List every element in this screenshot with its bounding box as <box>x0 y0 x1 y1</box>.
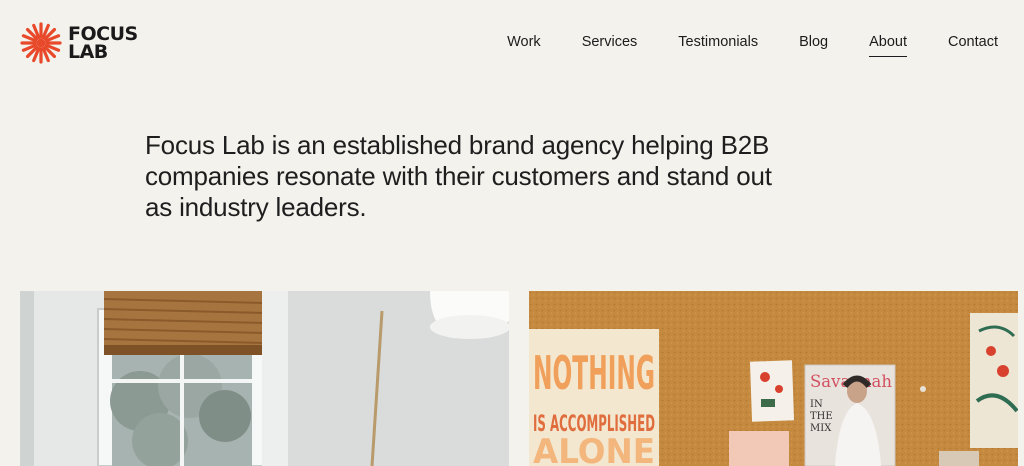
logo-line-2: LAB <box>68 41 108 63</box>
magazine-line-3: MIX <box>810 423 832 434</box>
nav-work[interactable]: Work <box>507 34 541 57</box>
sunburst-logo-icon <box>20 22 62 64</box>
focus-lab-logo[interactable]: FOCUS LAB <box>20 22 138 64</box>
poster-line-1: NOTHING <box>533 346 655 400</box>
magazine-line-2: THE <box>810 411 833 422</box>
magazine-line-1: IN <box>810 399 823 410</box>
intro-statement: Focus Lab is an established brand agency… <box>145 130 772 222</box>
nav-contact[interactable]: Contact <box>948 34 998 57</box>
main-nav: Work Services Testimonials Blog About Co… <box>466 34 998 57</box>
nav-blog[interactable]: Blog <box>799 34 828 57</box>
poster-line-3: ALONE <box>533 432 655 466</box>
logo-wordmark: FOCUS LAB <box>68 25 138 63</box>
site-header: FOCUS LAB Work Services Testimonials Blo… <box>0 0 1024 86</box>
office-window-photo <box>20 291 509 466</box>
cork-board-photo: NOTHING IS ACCOMPLISHED ALONE Savannah I… <box>529 291 1018 466</box>
nav-about[interactable]: About <box>869 34 908 57</box>
nav-testimonials[interactable]: Testimonials <box>678 34 758 57</box>
nav-services[interactable]: Services <box>582 34 638 57</box>
